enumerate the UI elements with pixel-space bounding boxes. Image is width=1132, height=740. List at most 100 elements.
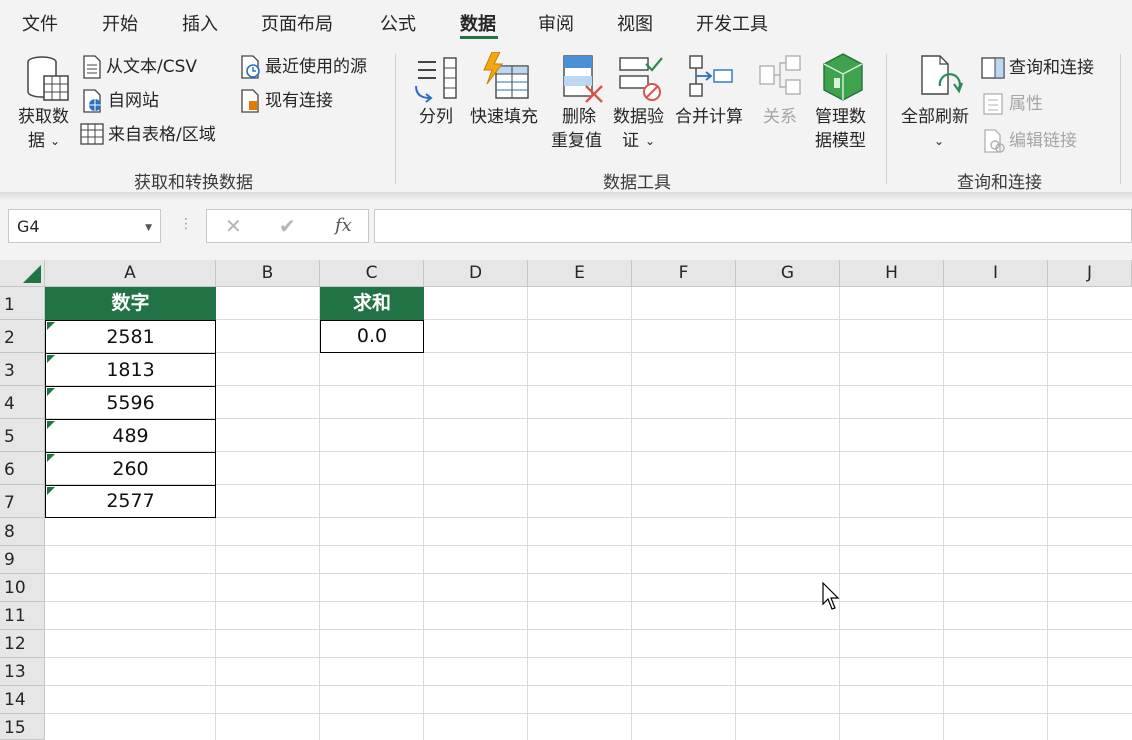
error-indicator-icon (47, 322, 55, 330)
from-text-csv-label: 从文本/CSV (106, 57, 198, 77)
chevron-down-icon: ⌄ (50, 134, 61, 148)
splitter-handle-icon[interactable]: ⋮ (179, 216, 193, 232)
cell-value: 2581 (106, 326, 155, 348)
column-header-a[interactable]: A (45, 260, 216, 287)
remove-duplicates-icon (563, 55, 603, 103)
gridline (735, 287, 736, 740)
table-range-icon (80, 123, 104, 145)
cell-a4[interactable]: 5596 (45, 386, 216, 420)
group-separator (886, 54, 887, 184)
tab-insert[interactable]: 插入 (182, 10, 218, 36)
queries-pane-icon (981, 57, 1005, 79)
cell-a5[interactable]: 489 (45, 419, 216, 453)
row-header-6[interactable]: 6 (0, 452, 45, 485)
row-header-7[interactable]: 7 (0, 485, 45, 518)
existing-connections-label: 现有连接 (265, 91, 333, 111)
name-box[interactable]: G4 ▼ (8, 209, 161, 243)
cell-c2[interactable]: 0.0 (320, 320, 424, 353)
row-header-5[interactable]: 5 (0, 419, 45, 452)
cell-a6[interactable]: 260 (45, 452, 216, 486)
row-header-2[interactable]: 2 (0, 320, 45, 353)
column-header-e[interactable]: E (528, 260, 632, 287)
chevron-down-icon: ⌄ (934, 134, 945, 148)
column-header-d[interactable]: D (424, 260, 528, 287)
gridline (45, 657, 1132, 658)
gridline (45, 573, 1132, 574)
edit-links-label: 编辑链接 (1009, 131, 1077, 151)
cell-a7[interactable]: 2577 (45, 485, 216, 518)
manage-data-model-label-1: 管理数 (815, 107, 866, 127)
row-header-10[interactable]: 10 (0, 574, 45, 602)
cell-a1[interactable]: 数字 (45, 287, 216, 320)
column-header-h[interactable]: H (840, 260, 944, 287)
from-table-label: 来自表格/区域 (108, 125, 216, 145)
from-web-label: 自网站 (108, 91, 159, 111)
group-label-get-transform: 获取和转换数据 (134, 173, 253, 193)
gridline (45, 629, 1132, 630)
tab-data[interactable]: 数据 (460, 10, 496, 36)
tab-review[interactable]: 审阅 (538, 10, 574, 36)
insert-function-icon[interactable]: fx (335, 215, 352, 236)
group-label-queries: 查询和连接 (957, 173, 1042, 193)
consolidate-label: 合并计算 (675, 107, 743, 127)
column-header-g[interactable]: G (736, 260, 840, 287)
connection-file-icon (241, 89, 259, 113)
row-header-14[interactable]: 14 (0, 686, 45, 714)
cell-a2[interactable]: 2581 (45, 320, 216, 354)
cell-value: 1813 (106, 359, 155, 381)
tab-page-layout[interactable]: 页面布局 (261, 10, 333, 36)
gridline (423, 287, 424, 740)
manage-data-model-label-2: 据模型 (815, 131, 866, 151)
data-validation-label-2: 证 (622, 131, 639, 151)
column-header-j[interactable]: J (1048, 260, 1132, 287)
row-header-1[interactable]: 1 (0, 287, 45, 320)
column-header-f[interactable]: F (632, 260, 736, 287)
cell-value: 5596 (106, 392, 155, 414)
name-box-value: G4 (17, 217, 40, 236)
tab-home[interactable]: 开始 (102, 10, 138, 36)
relationships-label: 关系 (763, 107, 797, 127)
ribbon-shadow (0, 192, 1132, 202)
tab-formulas[interactable]: 公式 (380, 10, 416, 36)
gridline (45, 601, 1132, 602)
column-header-i[interactable]: I (944, 260, 1048, 287)
formula-input[interactable] (374, 209, 1132, 243)
split-columns-icon (415, 57, 457, 103)
row-header-9[interactable]: 9 (0, 546, 45, 574)
remove-duplicates-label-1: 删除 (562, 107, 596, 127)
refresh-file-icon (921, 55, 964, 95)
row-header-12[interactable]: 12 (0, 630, 45, 658)
cell-c1[interactable]: 求和 (320, 287, 424, 320)
row-header-13[interactable]: 13 (0, 658, 45, 686)
row-header-8[interactable]: 8 (0, 518, 45, 546)
dropdown-arrow-icon[interactable]: ▼ (145, 223, 152, 233)
gridline (45, 713, 1132, 714)
database-table-icon (27, 56, 69, 101)
select-all-button[interactable] (0, 260, 45, 287)
data-validation-icon (619, 57, 663, 101)
row-header-15[interactable]: 15 (0, 714, 45, 740)
enter-icon[interactable]: ✔ (279, 214, 296, 238)
edit-links-icon (984, 129, 1005, 153)
cell-value: 489 (112, 425, 149, 447)
cell-a3[interactable]: 1813 (45, 353, 216, 387)
column-header-b[interactable]: B (216, 260, 320, 287)
gridline (839, 287, 840, 740)
row-header-4[interactable]: 4 (0, 386, 45, 419)
text-file-icon (83, 55, 101, 79)
active-tab-indicator (460, 36, 498, 39)
gridline (45, 685, 1132, 686)
menu-tabs: 文件 开始 插入 页面布局 公式 数据 审阅 视图 开发工具 (0, 0, 1132, 44)
row-header-3[interactable]: 3 (0, 353, 45, 386)
column-header-c[interactable]: C (320, 260, 424, 287)
cancel-icon[interactable]: ✕ (225, 214, 242, 238)
get-data-label-1: 获取数 (18, 107, 69, 127)
error-indicator-icon (47, 388, 55, 396)
row-header-11[interactable]: 11 (0, 602, 45, 630)
tab-file[interactable]: 文件 (22, 10, 58, 36)
tab-developer[interactable]: 开发工具 (696, 10, 768, 36)
web-file-icon (83, 89, 101, 113)
remove-duplicates-label-2: 重复值 (551, 131, 602, 151)
tab-view[interactable]: 视图 (617, 10, 653, 36)
flash-fill-label: 快速填充 (470, 107, 538, 127)
